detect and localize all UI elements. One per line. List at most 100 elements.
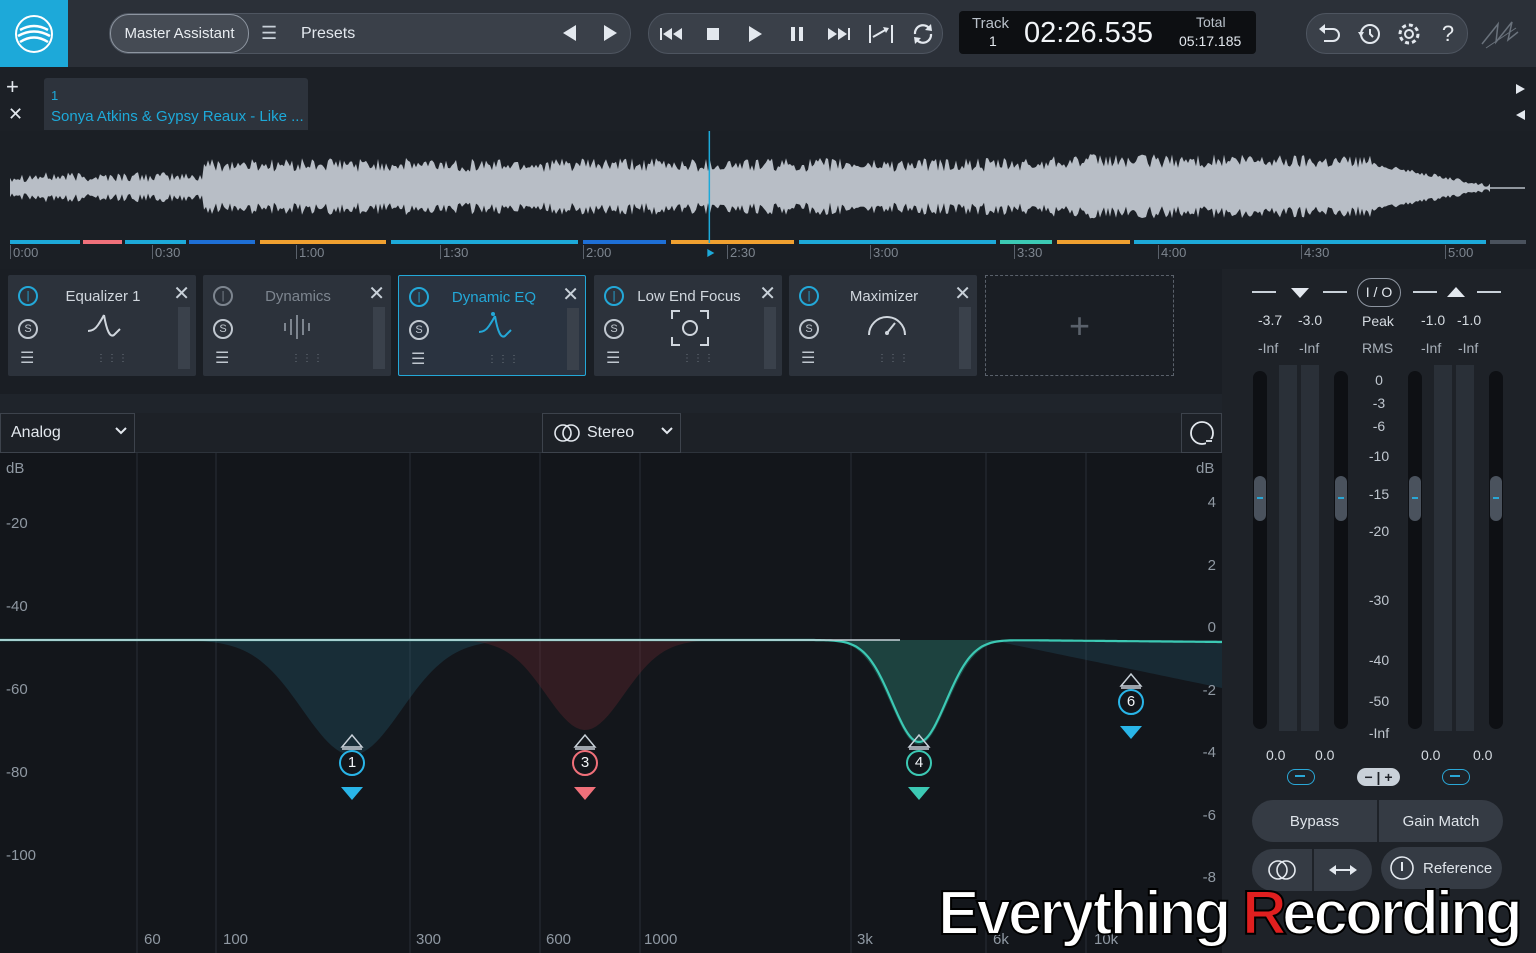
module-close-icon[interactable]: ✕ bbox=[368, 281, 385, 306]
undo-icon[interactable] bbox=[1309, 14, 1349, 54]
meter-dash bbox=[1323, 291, 1347, 293]
output-up-icon[interactable] bbox=[1446, 285, 1466, 303]
module-menu-icon[interactable]: ☰ bbox=[606, 348, 620, 368]
module-menu-icon[interactable]: ☰ bbox=[215, 348, 229, 368]
input-down-icon[interactable] bbox=[1290, 286, 1310, 304]
module-meter bbox=[959, 307, 971, 369]
scroll-right-icon[interactable] bbox=[1514, 82, 1526, 100]
output-gain-left[interactable]: 0.0 bbox=[1421, 747, 1440, 763]
module-menu-icon[interactable]: ☰ bbox=[411, 349, 425, 369]
module-close-icon[interactable]: ✕ bbox=[954, 281, 971, 306]
module-solo-icon[interactable]: S bbox=[213, 319, 233, 339]
input-gain-slider-right[interactable] bbox=[1334, 371, 1348, 729]
meter-scale-label: -30 bbox=[1368, 592, 1390, 608]
right-scale-label: 2 bbox=[1207, 557, 1216, 574]
output-link-icon[interactable] bbox=[1442, 769, 1470, 785]
module-solo-icon[interactable]: S bbox=[799, 319, 819, 339]
output-gain-slider-right[interactable] bbox=[1489, 371, 1503, 729]
module-graphic-icon bbox=[670, 309, 710, 352]
add-module-button[interactable]: + bbox=[985, 275, 1174, 376]
bypass-button[interactable]: Bypass bbox=[1252, 800, 1377, 842]
presets-label[interactable]: Presets bbox=[301, 25, 355, 43]
gain-match-button[interactable]: Gain Match bbox=[1379, 800, 1503, 842]
module-slot[interactable]: | Equalizer 1 ✕ S ☰ ⋮⋮⋮ bbox=[8, 275, 196, 376]
module-graphic-icon bbox=[475, 310, 515, 349]
module-drag-handle[interactable]: ⋮⋮⋮ bbox=[877, 353, 910, 364]
input-gain-slider-left[interactable] bbox=[1253, 371, 1267, 729]
module-menu-icon[interactable]: ☰ bbox=[801, 348, 815, 368]
skip-back-icon[interactable] bbox=[651, 14, 691, 54]
input-link-icon[interactable] bbox=[1287, 769, 1315, 785]
presets-list-icon[interactable]: ☰ bbox=[261, 24, 279, 42]
stop-icon[interactable] bbox=[693, 14, 733, 54]
band-down-triangle-icon bbox=[1120, 726, 1142, 739]
eq-band-node[interactable]: 4 bbox=[905, 723, 933, 811]
module-slot[interactable]: | Low End Focus ✕ S ☰ ⋮⋮⋮ bbox=[594, 275, 782, 376]
module-drag-handle[interactable]: ⋮⋮⋮ bbox=[682, 353, 715, 364]
module-slot[interactable]: | Dynamic EQ ✕ S ☰ ⋮⋮⋮ bbox=[398, 275, 586, 376]
watermark-logo: Everything R ecording bbox=[937, 876, 1528, 949]
module-meter bbox=[764, 307, 776, 369]
freq-label: 300 bbox=[416, 931, 442, 948]
loop-region-icon[interactable] bbox=[861, 14, 901, 54]
module-solo-icon[interactable]: S bbox=[604, 319, 624, 339]
band-down-triangle-icon bbox=[574, 787, 596, 800]
channel-select[interactable]: Stereo bbox=[542, 413, 681, 453]
waveform-overview[interactable]: 0:00 0:30 1:00 1:30 2:00 2:30 3:00 3:30 4:00 4:30… bbox=[0, 131, 1536, 269]
stereo-icon bbox=[553, 423, 581, 443]
help-icon[interactable]: ? bbox=[1428, 14, 1468, 54]
module-slot[interactable]: | Dynamics ✕ S ☰ ⋮⋮⋮ bbox=[203, 275, 391, 376]
module-meter bbox=[567, 308, 579, 370]
module-drag-handle[interactable]: ⋮⋮⋮ bbox=[291, 353, 324, 364]
preset-prev-icon[interactable] bbox=[560, 22, 578, 44]
io-toggle-button[interactable]: I / O bbox=[1357, 278, 1401, 307]
module-solo-icon[interactable]: S bbox=[409, 320, 429, 340]
input-gain-left[interactable]: 0.0 bbox=[1266, 747, 1285, 763]
svg-text:Everything: Everything bbox=[938, 879, 1228, 948]
module-close-icon[interactable]: ✕ bbox=[562, 282, 579, 307]
eq-mode-select[interactable]: Analog bbox=[0, 413, 135, 453]
band-down-triangle-icon bbox=[908, 787, 930, 800]
module-name: Low End Focus bbox=[637, 288, 741, 305]
left-scale-label: -100 bbox=[6, 847, 37, 864]
current-time: 02:26.535 bbox=[1024, 17, 1154, 49]
pause-icon[interactable] bbox=[777, 14, 817, 54]
eq-band-node[interactable]: 3 bbox=[571, 723, 599, 811]
module-solo-icon[interactable]: S bbox=[18, 319, 38, 339]
output-gain-right[interactable]: 0.0 bbox=[1473, 747, 1492, 763]
learn-icon[interactable] bbox=[1181, 413, 1222, 453]
output-gain-slider-left[interactable] bbox=[1408, 371, 1422, 729]
meter-dash bbox=[1477, 291, 1501, 293]
add-track-icon[interactable]: + bbox=[6, 76, 19, 98]
settings-gear-icon[interactable] bbox=[1389, 14, 1429, 54]
skip-forward-icon[interactable] bbox=[819, 14, 859, 54]
ozone-logo-icon[interactable] bbox=[0, 0, 68, 67]
close-track-icon[interactable]: ✕ bbox=[8, 105, 23, 123]
band-up-triangle-icon bbox=[1119, 672, 1143, 687]
eq-band-node[interactable]: 6 bbox=[1117, 662, 1145, 750]
eq-header: Analog Stereo bbox=[0, 413, 1222, 453]
master-assistant-button[interactable]: Master Assistant bbox=[110, 14, 249, 53]
right-scale-label: 4 bbox=[1207, 494, 1216, 511]
input-meter-left bbox=[1279, 365, 1297, 731]
gain-offset-icon[interactable]: − | + bbox=[1357, 768, 1400, 786]
timeline-tick: 3:00 bbox=[870, 245, 898, 260]
play-icon[interactable] bbox=[735, 14, 775, 54]
meter-scale-label: -Inf bbox=[1368, 725, 1390, 741]
module-close-icon[interactable]: ✕ bbox=[759, 281, 776, 306]
module-drag-handle[interactable]: ⋮⋮⋮ bbox=[96, 353, 129, 364]
loop-icon[interactable] bbox=[903, 14, 943, 54]
input-gain-right[interactable]: 0.0 bbox=[1315, 747, 1334, 763]
right-scale-label: -6 bbox=[1202, 807, 1216, 824]
eq-band-node[interactable]: 1 bbox=[338, 723, 366, 811]
chevron-down-icon bbox=[114, 424, 128, 443]
module-drag-handle[interactable]: ⋮⋮⋮ bbox=[487, 354, 520, 365]
module-close-icon[interactable]: ✕ bbox=[173, 281, 190, 306]
history-icon[interactable] bbox=[1349, 14, 1389, 54]
module-slot[interactable]: | Maximizer ✕ S ☰ ⋮⋮⋮ bbox=[789, 275, 977, 376]
preset-next-icon[interactable] bbox=[601, 22, 619, 44]
rms-label: RMS bbox=[1362, 340, 1394, 356]
module-menu-icon[interactable]: ☰ bbox=[20, 348, 34, 368]
track-tab[interactable]: 1 Sonya Atkins & Gypsy Reaux - Like ... bbox=[44, 78, 308, 130]
scroll-left-icon[interactable] bbox=[1514, 108, 1526, 126]
